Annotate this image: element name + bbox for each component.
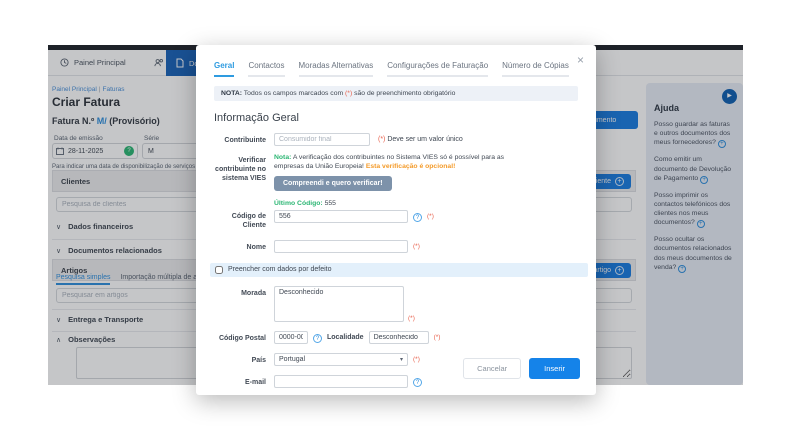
insert-button[interactable]: Inserir: [529, 358, 580, 379]
vies-content: Nota: A verificação dos contribuintes no…: [274, 153, 514, 191]
required-marker: (*): [413, 243, 420, 250]
field-row-nome: Nome (*): [210, 240, 578, 253]
modal-tabs: Geral Contactos Moradas Alternativas Con…: [214, 61, 578, 77]
required-marker: (*): [413, 356, 420, 363]
client-code-content: Último Código: 555 ? (*): [274, 200, 434, 223]
contribuinte-hint: (*) Deve ser um valor único: [378, 133, 463, 143]
fill-defaults-row: Preencher com dados por defeito: [210, 263, 588, 277]
required-marker: (*): [434, 334, 441, 341]
field-row-postal: Código Postal ? Localidade (*): [210, 331, 578, 344]
client-code-input[interactable]: [274, 210, 408, 223]
nome-label: Nome: [210, 240, 266, 252]
pais-select[interactable]: Portugal ▾: [274, 353, 408, 366]
question-circle-icon[interactable]: ?: [413, 378, 422, 387]
localidade-label: Localidade: [327, 334, 364, 341]
question-circle-icon[interactable]: ?: [413, 213, 422, 222]
email-input[interactable]: [274, 375, 408, 388]
fill-defaults-label: Preencher com dados por defeito: [228, 266, 332, 273]
screenshot-canvas: Painel Principal Tabelas ∨ Documentos Pa…: [0, 0, 800, 443]
required-marker: (*): [427, 213, 434, 220]
field-row-contribuinte: Contribuinte (*) Deve ser um valor único: [210, 133, 578, 146]
modal-section-title: Informação Geral: [214, 112, 578, 124]
nome-input[interactable]: [274, 240, 408, 253]
tab-geral[interactable]: Geral: [214, 61, 234, 77]
vies-label: Verificar contribuinte no sistema VIES: [210, 153, 266, 183]
email-label: E-mail: [210, 375, 266, 387]
localidade-input[interactable]: [369, 331, 429, 344]
morada-label: Morada: [210, 286, 266, 298]
vies-note-emphasis: Esta verificação é opcional!: [366, 163, 456, 170]
note-text: Todos os campos marcados com: [242, 90, 345, 97]
vies-verify-button[interactable]: Compreendi e quero verificar!: [274, 176, 392, 191]
required-fields-note: NOTA: Todos os campos marcados com (*) s…: [214, 86, 578, 101]
tab-numero-copias[interactable]: Número de Cópias: [502, 61, 569, 77]
note-text: são de preenchimento obrigatório: [352, 90, 455, 97]
chevron-down-icon: ▾: [400, 356, 403, 363]
client-code-label: Código de Cliente: [210, 200, 266, 230]
tab-contactos[interactable]: Contactos: [248, 61, 284, 77]
vies-note-prefix: Nota:: [274, 154, 291, 161]
field-row-morada: Morada Desconhecido (*): [210, 286, 578, 322]
contribuinte-label: Contribuinte: [210, 133, 266, 145]
hint-text: Deve ser um valor único: [385, 136, 462, 143]
contribuinte-input[interactable]: [274, 133, 370, 146]
last-code-value: 555: [323, 200, 336, 207]
modal-footer: Cancelar Inserir: [463, 358, 580, 379]
postal-label: Código Postal: [210, 331, 266, 343]
fill-defaults-checkbox[interactable]: [215, 266, 223, 274]
morada-textarea[interactable]: Desconhecido: [274, 286, 404, 322]
field-row-client-code: Código de Cliente Último Código: 555 ? (…: [210, 200, 578, 230]
last-code-line: Último Código: 555: [274, 200, 434, 207]
note-prefix: NOTA:: [221, 90, 242, 97]
tab-moradas-alternativas[interactable]: Moradas Alternativas: [299, 61, 374, 77]
tab-configuracoes-faturacao[interactable]: Configurações de Faturação: [387, 61, 488, 77]
vies-note: Nota: A verificação dos contribuintes no…: [274, 153, 514, 171]
question-circle-icon[interactable]: ?: [313, 334, 322, 343]
required-marker: (*): [408, 315, 415, 322]
cancel-button[interactable]: Cancelar: [463, 358, 521, 379]
field-row-vies: Verificar contribuinte no sistema VIES N…: [210, 153, 578, 191]
last-code-label: Último Código:: [274, 200, 323, 207]
postal-input[interactable]: [274, 331, 308, 344]
pais-label: País: [210, 353, 266, 365]
pais-value: Portugal: [279, 356, 305, 363]
client-create-modal: × Geral Contactos Moradas Alternativas C…: [196, 45, 596, 395]
close-icon[interactable]: ×: [577, 53, 584, 67]
